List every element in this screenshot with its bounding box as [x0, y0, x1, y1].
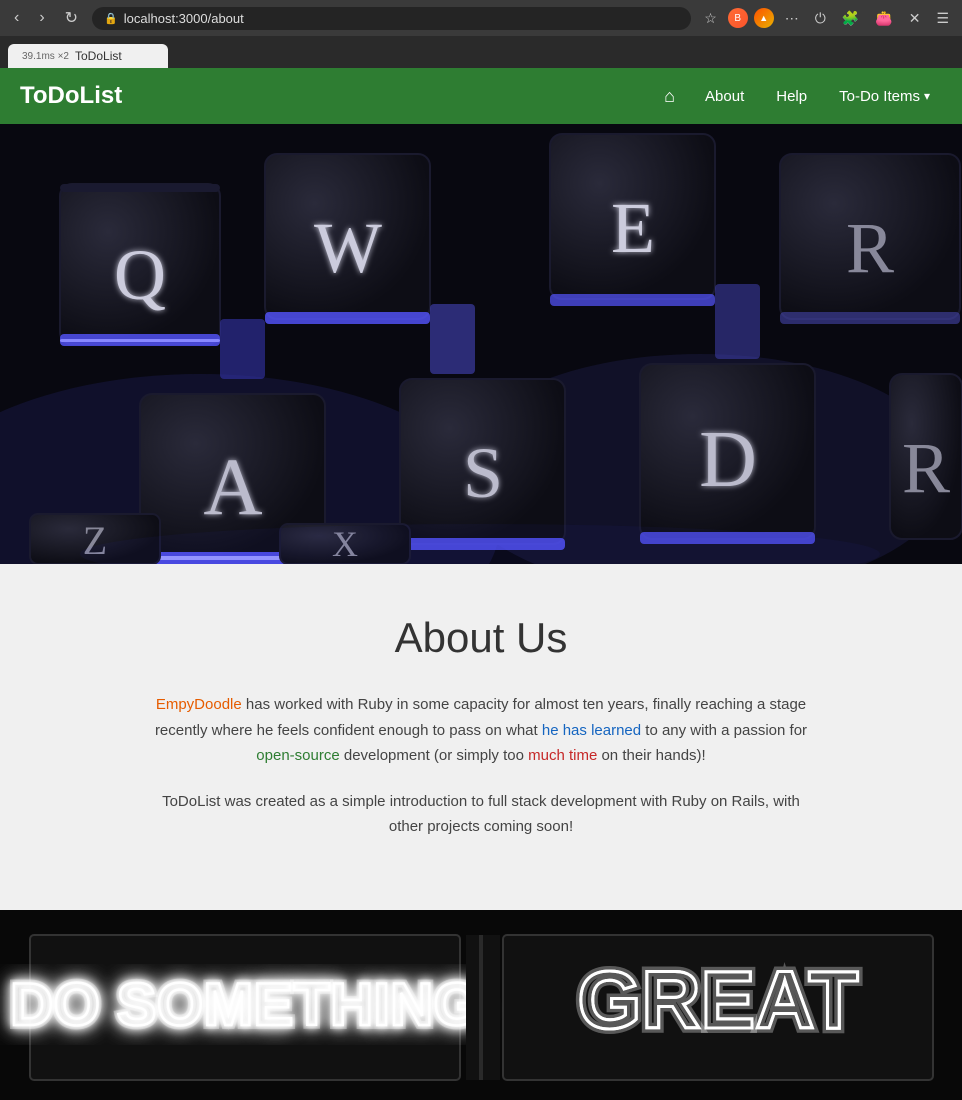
- tab-title: ToDoList: [75, 49, 122, 63]
- svg-text:R: R: [902, 428, 950, 508]
- highlight-opensource: open-source: [256, 747, 339, 764]
- svg-text:R: R: [846, 208, 894, 288]
- about-paragraph-1: EmpyDoodle has worked with Ruby in some …: [151, 692, 811, 769]
- power-button[interactable]: ⏻: [810, 7, 831, 30]
- help-nav-link[interactable]: Help: [764, 82, 819, 111]
- svg-text:Q: Q: [114, 235, 166, 315]
- menu-button[interactable]: ☰: [931, 7, 954, 30]
- todo-items-label: To-Do Items: [839, 88, 920, 105]
- puzzle-button[interactable]: 🧩: [837, 7, 864, 30]
- svg-text:GREAT: GREAT: [578, 955, 859, 1046]
- highlight-empydoodle: EmpyDoodle: [156, 696, 242, 713]
- about-paragraph-2: ToDoList was created as a simple introdu…: [151, 789, 811, 840]
- lock-icon: 🔒: [104, 12, 118, 25]
- bookmark-button[interactable]: ☆: [699, 7, 722, 30]
- url-text: localhost:3000/about: [124, 11, 244, 26]
- svg-text:A: A: [203, 441, 262, 532]
- svg-text:W: W: [314, 208, 382, 288]
- brave-icon: B: [728, 8, 748, 28]
- app-navbar: ToDoList ⌂ About Help To-Do Items ▾: [0, 68, 962, 124]
- app-logo[interactable]: ToDoList: [20, 82, 122, 110]
- tab-bar: 39.1ms ×2 ToDoList: [0, 36, 962, 68]
- chevron-down-icon: ▾: [924, 89, 930, 103]
- active-tab[interactable]: 39.1ms ×2 ToDoList: [8, 44, 168, 68]
- cross-icon[interactable]: ✕: [904, 7, 926, 30]
- svg-text:S: S: [463, 433, 503, 513]
- svg-text:D: D: [699, 416, 757, 504]
- hero-keyboard-image: Q W E R A S D Z X: [0, 124, 962, 564]
- about-section: About Us EmpyDoodle has worked with Ruby…: [0, 564, 962, 910]
- keyboard-svg: Q W E R A S D Z X: [0, 124, 962, 564]
- bat-icon: ▲: [754, 8, 774, 28]
- svg-text:DO SOMETHING: DO SOMETHING: [10, 971, 480, 1038]
- svg-text:E: E: [611, 188, 655, 268]
- highlight-muchtime: much time: [528, 747, 597, 764]
- bottom-banner-image: DO SOMETHING GREAT DO SOMETHING DO SOMET…: [0, 910, 962, 1100]
- browser-chrome: ‹ › ↻ 🔒 localhost:3000/about ☆ B ▲ ⋯ ⏻ 🧩…: [0, 0, 962, 36]
- address-bar[interactable]: 🔒 localhost:3000/about: [92, 7, 691, 30]
- forward-button[interactable]: ›: [33, 7, 50, 29]
- bottom-banner-svg: DO SOMETHING GREAT DO SOMETHING DO SOMET…: [0, 910, 962, 1100]
- tab-perf: 39.1ms ×2: [22, 51, 69, 62]
- extensions-button[interactable]: ⋯: [780, 7, 804, 30]
- app-nav-links: ⌂ About Help To-Do Items ▾: [654, 80, 942, 113]
- about-nav-link[interactable]: About: [693, 82, 756, 111]
- todo-items-dropdown[interactable]: To-Do Items ▾: [827, 82, 942, 111]
- about-title: About Us: [20, 614, 942, 662]
- home-nav-button[interactable]: ⌂: [654, 80, 685, 113]
- highlight-learned: he has learned: [542, 722, 641, 739]
- browser-icons: ☆ B ▲ ⋯ ⏻ 🧩 👛 ✕ ☰: [699, 7, 954, 30]
- wallet-button[interactable]: 👛: [870, 7, 897, 30]
- reload-button[interactable]: ↻: [59, 6, 84, 30]
- back-button[interactable]: ‹: [8, 7, 25, 29]
